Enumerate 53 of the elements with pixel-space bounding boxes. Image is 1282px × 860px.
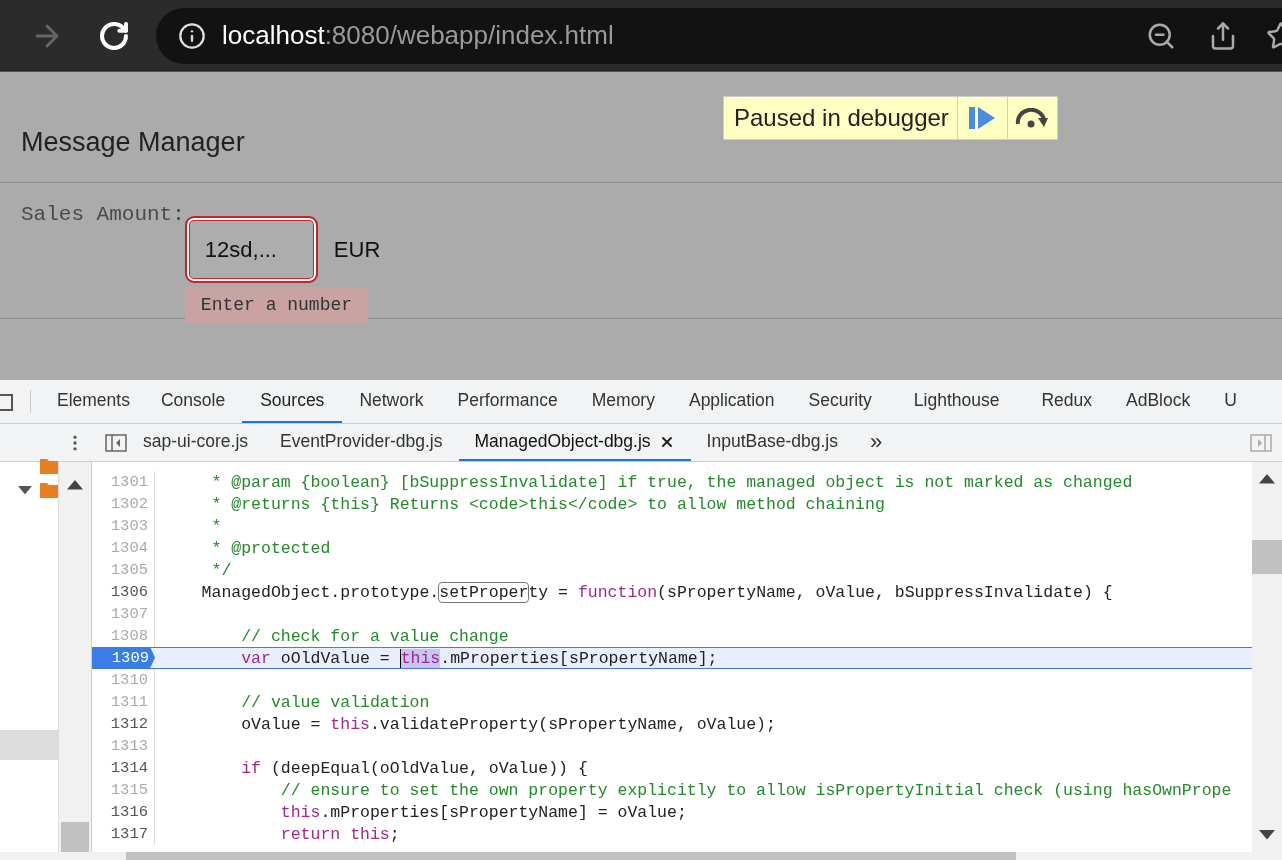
devtools-tab[interactable]: Application (671, 380, 792, 423)
devtools-tab[interactable]: Lighthouse (888, 380, 1025, 423)
devtools-tab[interactable]: Elements (43, 380, 144, 423)
devtools-tab[interactable]: Security (791, 380, 889, 423)
currency-label: EUR (333, 236, 381, 263)
code-line: return this; (279, 824, 400, 844)
code-line: var oOldValue = this.mProperties[sPropertyName]; (240, 648, 718, 668)
code-line: // check for a value change (240, 626, 509, 646)
devtools-tab[interactable]: Console (143, 380, 243, 423)
code-line: * @param {boolean} [bSuppressInvalidate] if true, the managed object is not marked as changed (210, 472, 1133, 492)
scroll-up-icon[interactable] (1259, 474, 1275, 484)
address-bar[interactable]: localhost:8080/webapp/index.html (156, 7, 1282, 64)
step-over-icon[interactable] (1015, 108, 1050, 128)
code-line: oValue = this.validateProperty(sPropertyName, oValue); (240, 714, 776, 734)
code-line: * @protected (210, 538, 331, 558)
amount-input[interactable]: 12sd,... (184, 216, 318, 283)
scrollbar-thumb[interactable] (61, 822, 89, 852)
devtools-tab[interactable]: Network (342, 380, 441, 423)
url-text: localhost:8080/webapp/index.html (222, 20, 614, 51)
reload-button[interactable] (98, 19, 130, 52)
scroll-up-icon[interactable] (67, 480, 83, 490)
banner-text: Paused in debugger (733, 103, 950, 133)
file-tab[interactable]: InputBase-dbg.js (690, 424, 854, 461)
scroll-down-icon[interactable] (1259, 830, 1275, 840)
scrollbar-thumb[interactable] (1252, 540, 1282, 574)
code-line: this.mProperties[sPropertyName] = oValue; (279, 802, 687, 822)
code-line: // ensure to set the own property explicitly to allow isPropertyInitial check (using hasOwnPrope (279, 780, 1232, 800)
sidebar-toggle-icon[interactable] (105, 433, 127, 452)
folder-icon (40, 482, 58, 498)
code-line: */ (210, 560, 232, 580)
error-message: Enter a number (184, 287, 369, 323)
code-line: * (210, 516, 222, 536)
code-line: * @returns {this} Returns <code>this</code> to allow method chaining (210, 494, 885, 514)
devtools-tab[interactable]: Performance (440, 380, 575, 423)
line-number[interactable]: 1309 (92, 646, 155, 669)
code-line: if (deepEqual(oOldValue, oValue)) { (240, 758, 588, 778)
expand-arrow-icon[interactable] (18, 485, 32, 495)
info-icon[interactable] (178, 21, 206, 50)
field-label: Sales Amount: (21, 203, 185, 228)
more-tabs-button[interactable]: » (853, 424, 899, 461)
devtools-tab[interactable]: AdBlock (1109, 380, 1208, 423)
file-tab[interactable]: sap-ui-core.js (127, 424, 265, 461)
scrollbar-thumb[interactable] (126, 852, 1016, 860)
file-tab[interactable]: EventProvider-dbg.js (264, 424, 459, 461)
code-line: // value validation (240, 692, 430, 712)
folder-icon (40, 458, 58, 474)
panel-toggle-icon[interactable] (1250, 433, 1272, 452)
devtools-tab[interactable]: Memory (574, 380, 672, 423)
devtools-tab[interactable]: U (1207, 380, 1254, 423)
code-line: ManagedObject.prototype.setProperty = function(sPropertyName, oValue, bSuppressInvalidate) { (200, 582, 1113, 602)
resume-icon[interactable] (969, 107, 996, 129)
devtools-tab[interactable]: Redux (1024, 380, 1110, 423)
page-title: Message Manager (21, 127, 245, 158)
